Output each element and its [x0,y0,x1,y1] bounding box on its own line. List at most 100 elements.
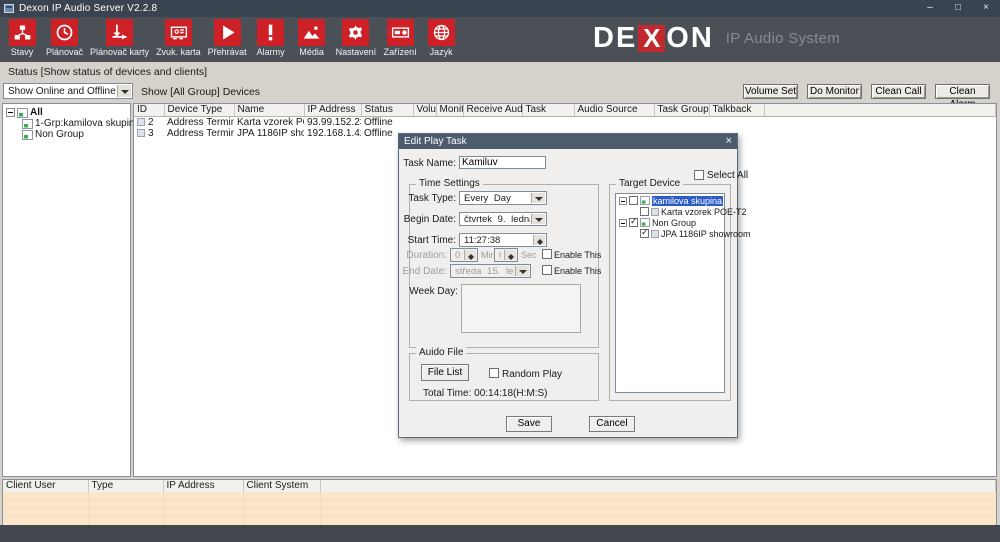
clean-alarm-button[interactable]: Clean Alarm [935,84,990,99]
terminal-icon [137,129,145,137]
task-type-dropdown[interactable]: Every Day [459,191,547,205]
show-filter-value: Show Online and Offline [8,86,116,97]
play-icon [214,19,241,46]
target-tree-item-group[interactable]: Non Group [619,217,696,228]
cell-ip: 93.99.152.239 [304,116,361,128]
tree-item-label: Non Group [35,129,84,140]
task-type-label: Task Type: [399,193,456,204]
cell-device-type: Address Terminal [164,128,234,139]
toolbar-label: Zařízení [384,47,417,57]
tree-checkbox[interactable] [629,196,638,205]
terminal-icon [651,208,659,216]
column-header-ip[interactable]: IP Address [304,104,361,116]
column-header-id[interactable]: ID [134,104,164,116]
duration-sec-unit: Sec [521,250,537,260]
column-header-status[interactable]: Status [361,104,413,116]
cancel-button[interactable]: Cancel [589,416,635,432]
column-header-client-system[interactable]: Client System [243,480,320,492]
show-filter-dropdown[interactable]: Show Online and Offline [3,83,133,99]
toolbar-button-planovac-karty[interactable]: Plánovač karty [90,19,149,57]
chevron-down-icon [515,266,529,276]
random-play-checkbox[interactable] [489,368,499,378]
spinner-arrows-icon [464,250,476,260]
window-titlebar: Dexon IP Audio Server V2.2.8 – □ × [0,0,1000,17]
tree-item-non-group[interactable]: Non Group [20,129,84,140]
clean-call-button[interactable]: Clean Call [871,84,926,99]
toolbar-button-zvuk-karta[interactable]: Zvuk. karta [156,19,201,57]
tree-checkbox[interactable] [640,207,649,216]
collapse-expander-icon[interactable] [619,197,627,205]
toolbar-button-jazyk[interactable]: Jazyk [424,19,458,57]
column-header-client-ip[interactable]: IP Address [163,480,243,492]
tree-item-all[interactable]: All [6,107,43,118]
start-time-spinner[interactable]: 11:27:38 [459,233,547,247]
column-header-filler [320,480,996,492]
app-window: Dexon IP Audio Server V2.2.8 – □ × Stavy… [0,0,1000,542]
toolbar-button-zarizeni[interactable]: Zařízení [383,19,417,57]
logo-subtitle: IP Audio System [726,30,840,47]
do-monitor-button[interactable]: Do Monitor [807,84,862,99]
column-header-audio-source[interactable]: Audio Source [574,104,654,116]
toolbar-button-planovac[interactable]: Plánovač [46,19,83,57]
cell-id: 3 [134,128,164,139]
toolbar-button-stavy[interactable]: Stavy [5,19,39,57]
toolbar-button-prehravat[interactable]: Přehrávat [208,19,247,57]
column-header-task[interactable]: Task [522,104,574,116]
time-settings-group-label: Time Settings [416,178,483,189]
task-name-input[interactable] [459,156,546,169]
volume-set-button[interactable]: Volume Set [743,84,798,99]
cell-status: Offline [361,116,413,128]
globe-icon [428,19,455,46]
target-tree-item-device[interactable]: Karta vzorek POE-T2 [640,206,747,217]
tree-item-group-1[interactable]: 1-Grp:kamilova skupina [20,118,140,129]
minimize-button-icon[interactable]: – [916,0,944,17]
select-all-checkbox[interactable] [694,170,704,180]
column-header-task-group[interactable]: Task Group [654,104,709,116]
maximize-button-icon[interactable]: □ [944,0,972,17]
file-list-button[interactable]: File List [421,364,469,381]
collapse-expander-icon[interactable] [6,108,15,117]
begin-date-label: Begin Date: [399,214,456,225]
column-header-monitor[interactable]: Monitor [436,104,463,116]
enable-end-date-label: Enable This [554,266,601,276]
toolbar-button-alarmy[interactable]: Alarmy [254,19,288,57]
chevron-down-icon[interactable] [531,214,545,224]
column-header-name[interactable]: Name [234,104,304,116]
spinner-arrows-icon[interactable] [533,235,545,245]
client-table: Client User Type IP Address Client Syste… [3,480,996,493]
tree-checkbox[interactable] [629,218,638,227]
task-name-label: Task Name: [399,158,456,169]
tree-checkbox[interactable] [640,229,649,238]
column-header-receive-audio[interactable]: Receive Audio [463,104,522,116]
column-header-volume[interactable]: Volume [413,104,436,116]
group-folder-icon [640,196,650,205]
network-nodes-icon [9,19,36,46]
toolbar-label: Alarmy [257,47,285,57]
window-controls: – □ × [916,0,1000,17]
chevron-down-icon[interactable] [117,85,131,97]
card-schedule-icon [106,19,133,46]
enable-duration-checkbox[interactable] [542,249,552,259]
toolbar-label: Nastavení [336,47,377,57]
collapse-expander-icon[interactable] [619,219,627,227]
dialog-close-icon[interactable]: × [726,134,732,148]
column-header-device-type[interactable]: Device Type [164,104,234,116]
begin-date-dropdown[interactable]: čtvrtek 9. ledna 20 [459,212,547,226]
toolbar-button-media[interactable]: Média [295,19,329,57]
save-button[interactable]: Save [506,416,552,432]
week-day-listbox[interactable] [461,284,581,333]
enable-end-date-checkbox[interactable] [542,265,552,275]
device-row[interactable]: 2 Address Terminal Karta vzorek POE-T2 9… [134,116,996,128]
toolbar-label: Jazyk [430,47,453,57]
toolbar-button-nastaveni[interactable]: Nastavení [336,19,377,57]
target-tree-item-device[interactable]: JPA 1186IP showroom [640,228,751,239]
dialog-titlebar[interactable]: Edit Play Task × [399,134,737,149]
group-folder-icon [640,218,650,227]
close-button-icon[interactable]: × [972,0,1000,17]
chevron-down-icon[interactable] [531,193,545,203]
target-tree-item-group[interactable]: kamilova skupina [619,195,723,206]
column-header-talkback[interactable]: Talkback [709,104,764,116]
column-header-type[interactable]: Type [88,480,163,492]
column-header-client-user[interactable]: Client User [3,480,88,492]
window-statusbar [0,525,1000,542]
